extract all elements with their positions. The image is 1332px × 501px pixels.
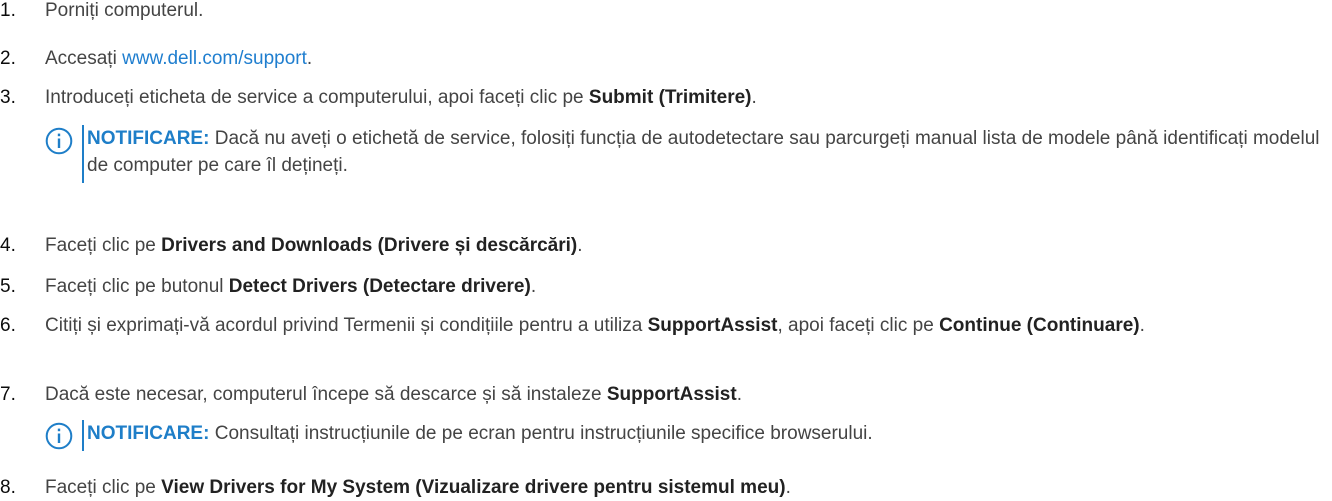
step-5: 5. Faceți clic pe butonul Detect Drivers… xyxy=(0,273,1332,300)
step-4: 4. Faceți clic pe Drivers and Downloads … xyxy=(0,232,1332,259)
view-drivers-term: View Drivers for My System (Vizualizare … xyxy=(161,477,786,498)
note-text: Dacă nu aveți o etichetă de service, fol… xyxy=(87,128,1320,176)
supportassist-term: SupportAssist xyxy=(647,315,778,336)
dell-support-link[interactable]: www.dell.com/support xyxy=(122,48,307,69)
step-6: 6. Citiți și exprimați-vă acordul privin… xyxy=(0,312,1332,339)
step-text: Dacă este necesar, computerul începe să … xyxy=(45,384,742,405)
step-text: Accesați www.dell.com/support. xyxy=(45,48,313,69)
step-number: 5. xyxy=(0,276,16,297)
step-2: 2. Accesați www.dell.com/support. xyxy=(0,45,1332,72)
note-label: NOTIFICARE: xyxy=(87,423,210,444)
step-text: Faceți clic pe View Drivers for My Syste… xyxy=(45,477,791,498)
drivers-downloads-term: Drivers and Downloads (Drivere și descăr… xyxy=(161,235,578,256)
note-label: NOTIFICARE: xyxy=(87,128,210,149)
note-service-tag: NOTIFICARE: Dacă nu aveți o etichetă de … xyxy=(45,125,1332,183)
note-accent-bar xyxy=(82,420,84,451)
step-text: Introduceți eticheta de service a comput… xyxy=(45,87,757,108)
step-3: 3. Introduceți eticheta de service a com… xyxy=(0,84,1332,111)
step-text: Faceți clic pe butonul Detect Drivers (D… xyxy=(45,276,537,297)
step-number: 1. xyxy=(0,0,16,21)
step-number: 2. xyxy=(0,48,16,69)
step-text: Porniți computerul. xyxy=(45,0,204,21)
supportassist-term: SupportAssist xyxy=(606,384,737,405)
step-number: 8. xyxy=(0,477,16,498)
step-number: 4. xyxy=(0,235,16,256)
step-text: Faceți clic pe Drivers and Downloads (Dr… xyxy=(45,235,583,256)
note-browser: NOTIFICARE: Consultați instrucțiunile de… xyxy=(45,420,1332,451)
step-number: 6. xyxy=(0,315,16,336)
note-accent-bar xyxy=(82,125,84,183)
continue-term: Continue (Continuare) xyxy=(939,315,1140,336)
info-icon xyxy=(45,127,73,155)
step-number: 3. xyxy=(0,87,16,108)
note-text: Consultați instrucțiunile de pe ecran pe… xyxy=(209,423,873,444)
step-8: 8. Faceți clic pe View Drivers for My Sy… xyxy=(0,474,1332,501)
step-number: 7. xyxy=(0,384,16,405)
step-7: 7. Dacă este necesar, computerul începe … xyxy=(0,381,1332,408)
detect-drivers-term: Detect Drivers (Detectare drivere) xyxy=(228,276,531,297)
step-text: Citiți și exprimați-vă acordul privind T… xyxy=(45,315,1145,336)
info-icon xyxy=(45,422,73,450)
submit-term: Submit (Trimitere) xyxy=(588,87,752,108)
step-1: 1. Porniți computerul. xyxy=(0,0,1332,24)
